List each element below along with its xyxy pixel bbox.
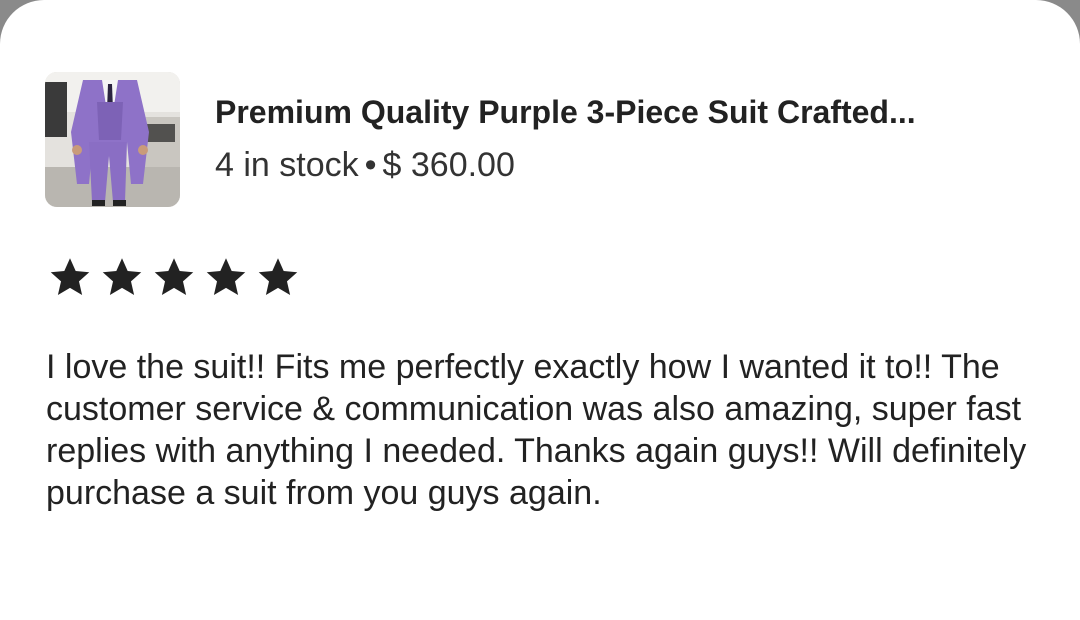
stock-count: 4 in stock (215, 146, 359, 184)
star-icon (154, 258, 194, 295)
price: $ 360.00 (382, 146, 515, 184)
review-card: Premium Quality Purple 3-Piece Suit Craf… (0, 0, 1080, 620)
star-icon (258, 258, 298, 295)
stock-and-price: 4 in stock • $ 360.00 (215, 145, 515, 185)
product-thumbnail[interactable] (45, 72, 180, 207)
star-rating (48, 255, 300, 301)
meta-separator: • (364, 146, 377, 184)
star-icon (206, 258, 246, 295)
star-icon (102, 258, 142, 295)
star-icon (50, 258, 90, 295)
review-text: I love the suit!! Fits me perfectly exac… (46, 348, 1027, 512)
purple-suit-photo-icon (45, 72, 180, 207)
product-title[interactable]: Premium Quality Purple 3-Piece Suit Craf… (215, 92, 1040, 132)
